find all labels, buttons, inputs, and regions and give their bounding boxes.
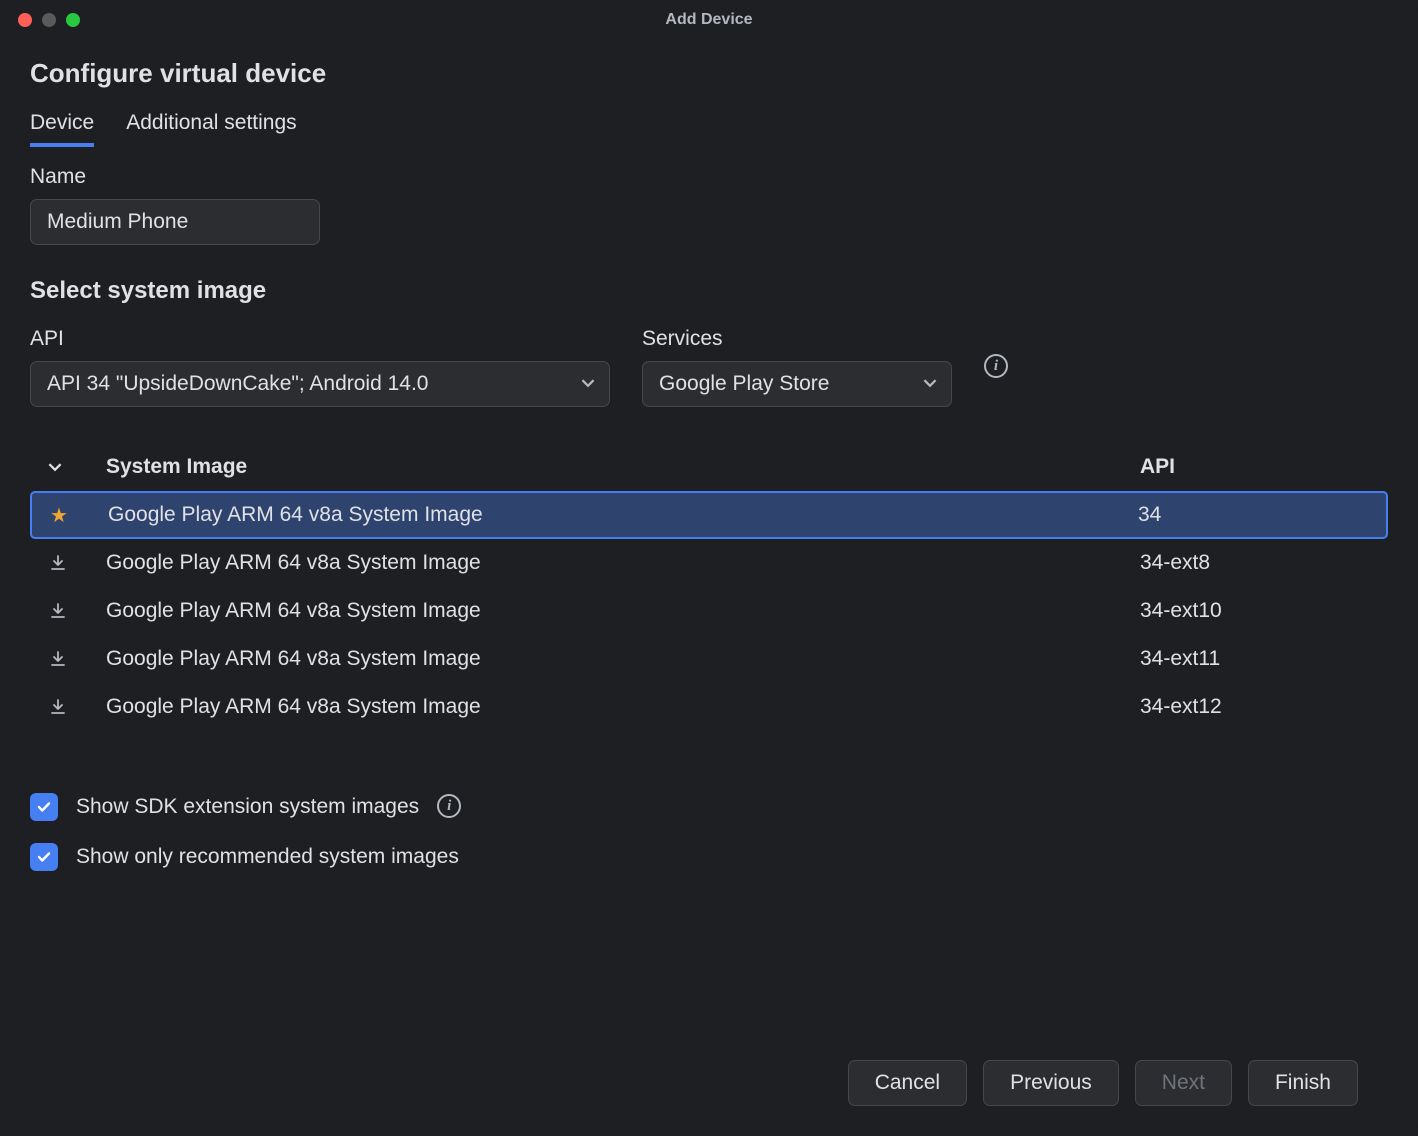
tab-bar: Device Additional settings — [30, 111, 1388, 147]
download-icon[interactable] — [48, 553, 68, 573]
collapse-toggle[interactable] — [48, 460, 106, 474]
content-area: Configure virtual device Device Addition… — [0, 40, 1418, 1136]
select-system-image-title: Select system image — [30, 277, 1388, 305]
cancel-button[interactable]: Cancel — [848, 1060, 967, 1106]
finish-button[interactable]: Finish — [1248, 1060, 1358, 1106]
row-api: 34 — [1138, 503, 1368, 527]
tab-device[interactable]: Device — [30, 111, 94, 147]
star-icon: ★ — [50, 503, 68, 528]
info-icon[interactable]: i — [984, 354, 1008, 378]
footer-buttons: Cancel Previous Next Finish — [30, 1030, 1388, 1136]
table-row[interactable]: Google Play ARM 64 v8a System Image34-ex… — [30, 539, 1388, 587]
row-name: Google Play ARM 64 v8a System Image — [106, 647, 1140, 671]
services-dropdown[interactable]: Google Play Store — [642, 361, 952, 407]
traffic-lights — [18, 13, 80, 27]
services-dropdown-value: Google Play Store — [659, 372, 829, 395]
name-label: Name — [30, 165, 1388, 189]
api-dropdown-value: API 34 "UpsideDownCake"; Android 14.0 — [47, 372, 428, 395]
row-api: 34-ext10 — [1140, 599, 1370, 623]
checkbox-recommended[interactable]: Show only recommended system images — [30, 843, 1388, 871]
row-name: Google Play ARM 64 v8a System Image — [106, 695, 1140, 719]
minimize-window-button — [42, 13, 56, 27]
row-name: Google Play ARM 64 v8a System Image — [106, 599, 1140, 623]
row-api: 34-ext8 — [1140, 551, 1370, 575]
header-system-image[interactable]: System Image — [106, 455, 1140, 479]
services-label: Services — [642, 327, 952, 351]
row-name: Google Play ARM 64 v8a System Image — [108, 503, 1138, 527]
table-row[interactable]: Google Play ARM 64 v8a System Image34-ex… — [30, 635, 1388, 683]
page-title: Configure virtual device — [30, 58, 1388, 89]
row-api: 34-ext11 — [1140, 647, 1370, 671]
info-icon[interactable]: i — [437, 794, 461, 818]
dropdown-row: API API 34 "UpsideDownCake"; Android 14.… — [30, 327, 1388, 407]
download-icon[interactable] — [48, 601, 68, 621]
table-row[interactable]: ★ Google Play ARM 64 v8a System Image34 — [30, 491, 1388, 539]
row-api: 34-ext12 — [1140, 695, 1370, 719]
api-dropdown[interactable]: API 34 "UpsideDownCake"; Android 14.0 — [30, 361, 610, 407]
table-row[interactable]: Google Play ARM 64 v8a System Image34-ex… — [30, 683, 1388, 731]
dialog-window: Add Device Configure virtual device Devi… — [0, 0, 1418, 1136]
titlebar: Add Device — [0, 0, 1418, 40]
download-icon[interactable] — [48, 697, 68, 717]
api-label: API — [30, 327, 610, 351]
name-input[interactable] — [30, 199, 320, 245]
table-row[interactable]: Google Play ARM 64 v8a System Image34-ex… — [30, 587, 1388, 635]
table-header: System Image API — [30, 455, 1388, 491]
table-body: ★Google Play ARM 64 v8a System Image34Go… — [30, 491, 1388, 731]
checkbox-group: Show SDK extension system images i Show … — [30, 793, 1388, 871]
previous-button[interactable]: Previous — [983, 1060, 1119, 1106]
close-window-button[interactable] — [18, 13, 32, 27]
checkbox-label: Show SDK extension system images — [76, 795, 419, 819]
checkbox-icon — [30, 793, 58, 821]
checkbox-icon — [30, 843, 58, 871]
chevron-down-icon — [581, 372, 595, 396]
next-button: Next — [1135, 1060, 1232, 1106]
maximize-window-button[interactable] — [66, 13, 80, 27]
tab-additional-settings[interactable]: Additional settings — [126, 111, 296, 147]
checkbox-label: Show only recommended system images — [76, 845, 459, 869]
checkbox-sdk-extension[interactable]: Show SDK extension system images i — [30, 793, 1388, 821]
window-title: Add Device — [0, 11, 1418, 29]
row-name: Google Play ARM 64 v8a System Image — [106, 551, 1140, 575]
api-group: API API 34 "UpsideDownCake"; Android 14.… — [30, 327, 610, 407]
system-image-table: System Image API ★ Google Play ARM 64 v8a… — [30, 455, 1388, 731]
header-api[interactable]: API — [1140, 455, 1370, 479]
chevron-down-icon — [923, 372, 937, 396]
services-group: Services Google Play Store — [642, 327, 952, 407]
download-icon[interactable] — [48, 649, 68, 669]
